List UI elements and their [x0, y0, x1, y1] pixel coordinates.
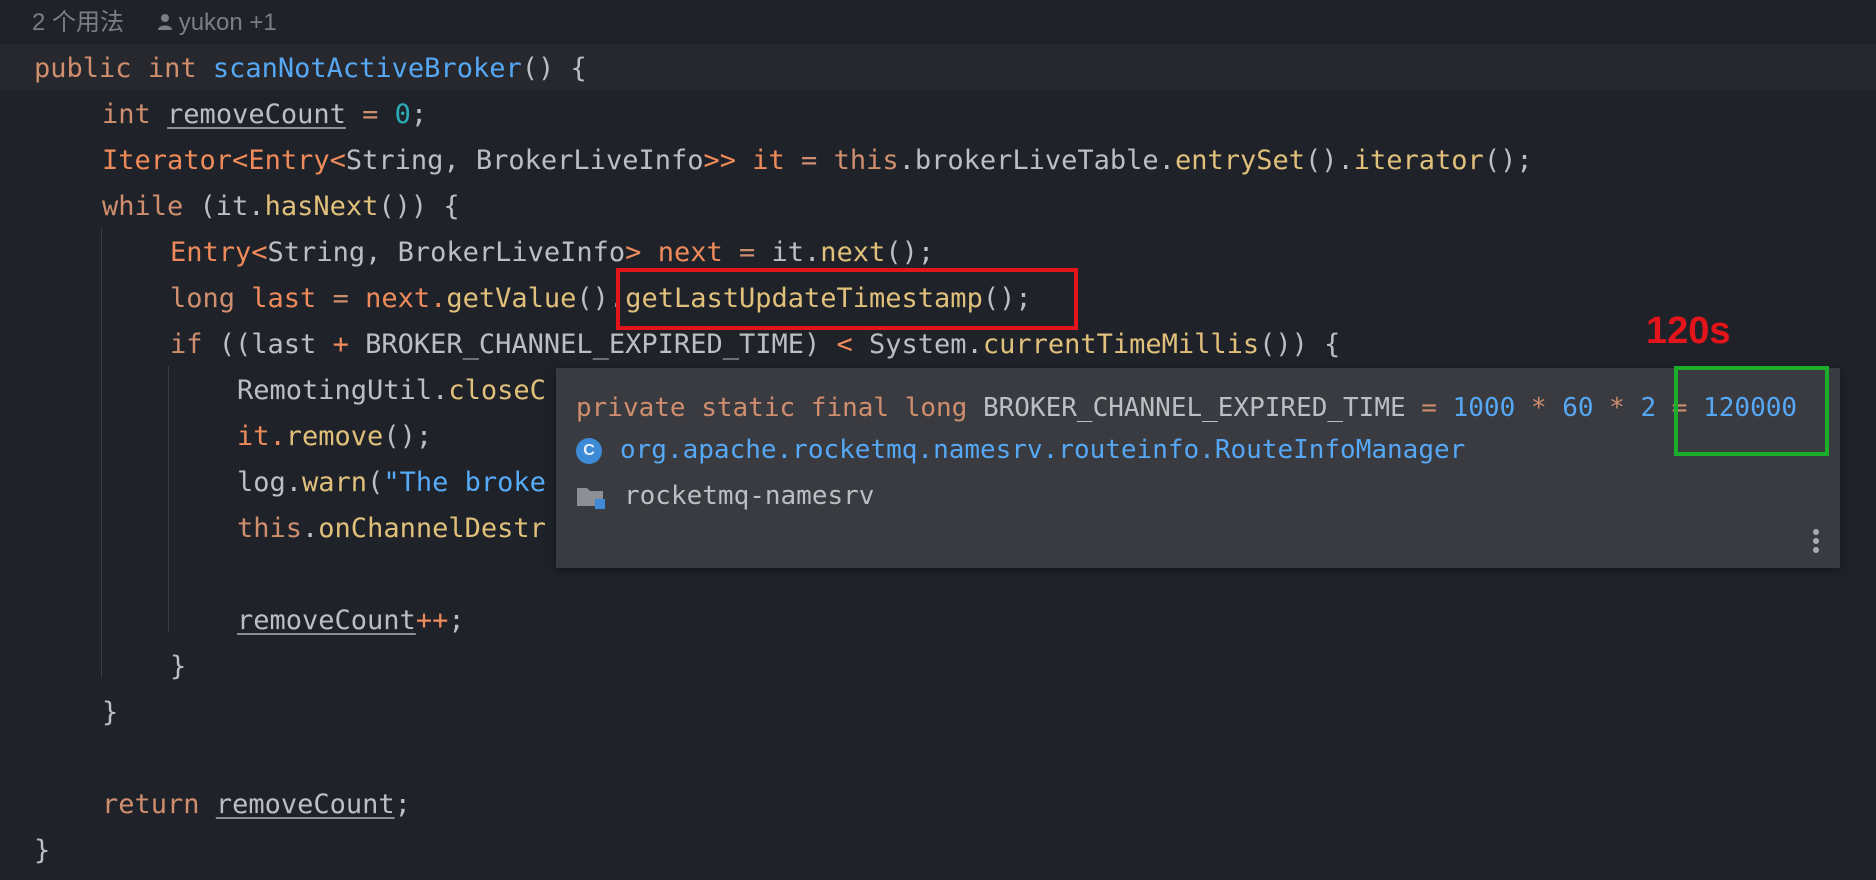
class-name[interactable]: org.apache.rocketmq.namesrv.routeinfo.Ro… [620, 435, 1465, 465]
class-link[interactable]: Corg.apache.rocketmq.namesrv.routeinfo.R… [576, 430, 1465, 470]
quick-documentation-popup[interactable]: private static final long BROKER_CHANNEL… [556, 368, 1840, 568]
more-vertical-icon[interactable] [1812, 528, 1820, 554]
module-row: rocketmq-namesrv [576, 476, 874, 516]
highlight-box-method [616, 268, 1078, 330]
code-line-1: public int scanNotActiveBroker() { [34, 53, 587, 84]
author-name: yukon +1 [178, 9, 277, 36]
code-line-3: Iterator<Entry<String, BrokerLiveInfo>> … [102, 145, 1533, 176]
code-line-15: } [102, 697, 119, 728]
code-line-11: this.onChannelDestr [237, 513, 546, 544]
code-line-8: RemotingUtil.closeC [237, 375, 546, 406]
author-info[interactable]: yukon +1 [157, 9, 277, 36]
module-name: rocketmq-namesrv [624, 481, 875, 511]
code-line-13: removeCount++; [237, 605, 465, 636]
code-line-4: while (it.hasNext()) { [102, 191, 460, 222]
code-line-18: } [34, 835, 51, 866]
usage-hints: 2 个用法 yukon +1 [32, 6, 277, 40]
usage-count[interactable]: 2 个用法 [32, 9, 124, 36]
indent-guide [101, 228, 102, 678]
code-line-2: int removeCount = 0; [102, 99, 428, 130]
code-line-17: return removeCount; [102, 789, 411, 820]
code-line-9: it.remove(); [237, 421, 433, 452]
constant-signature: private static final long BROKER_CHANNEL… [576, 393, 1798, 423]
code-line-10: log.warn("The broke [237, 467, 546, 498]
indent-guide [168, 366, 169, 632]
module-folder-icon [577, 487, 605, 509]
annotation-label: 120s [1646, 310, 1731, 352]
person-icon [157, 14, 172, 30]
class-icon: C [576, 437, 602, 464]
highlight-box-value [1674, 366, 1829, 456]
code-line-14: } [170, 651, 187, 682]
